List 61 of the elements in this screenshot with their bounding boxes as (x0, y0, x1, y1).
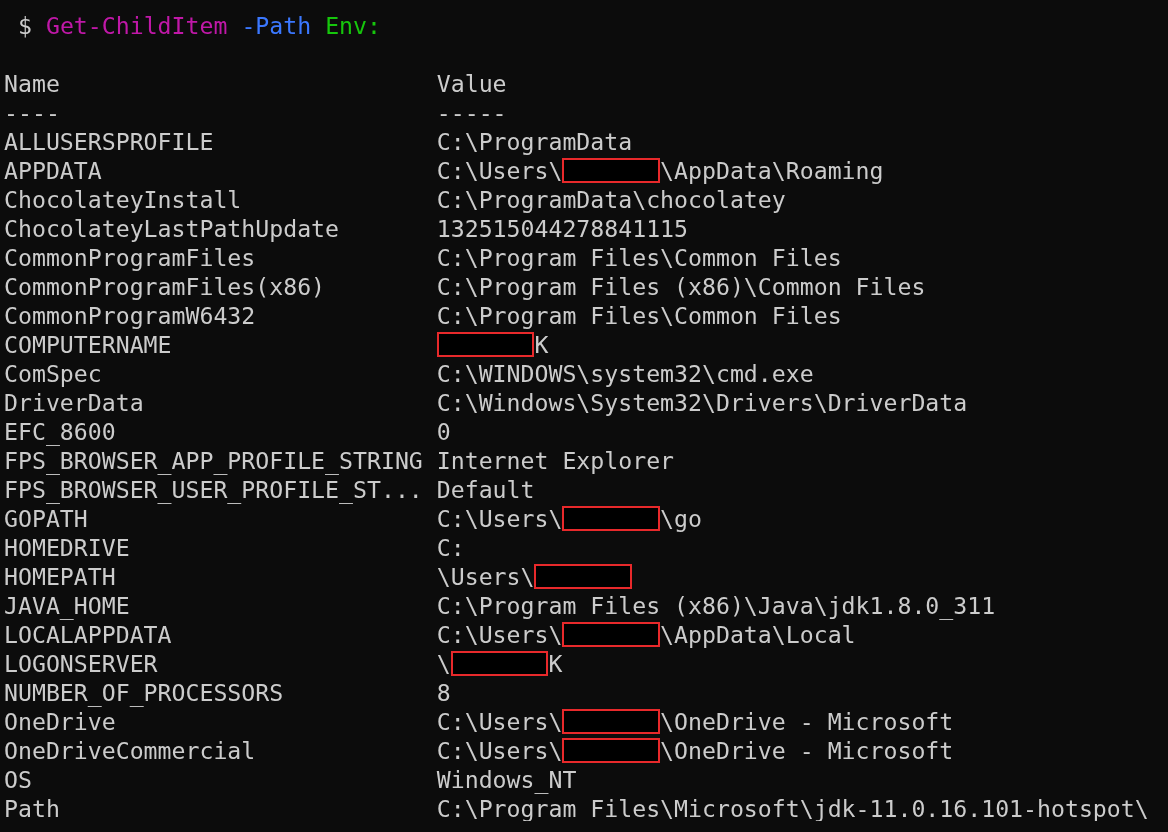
variable-name: LOGONSERVER (4, 649, 159, 678)
variable-name: OneDrive (4, 707, 117, 736)
variable-value: \OneDrive - Microsoft (660, 736, 954, 765)
variable-value: C:\Windows\System32\Drivers\DriverData (436, 388, 968, 417)
variable-value: \Users\ (436, 562, 535, 591)
variable-value: K (534, 330, 549, 359)
variable-value: C:\Users\ (436, 156, 563, 185)
variable-value: C:\Program Files\Common Files (436, 301, 842, 330)
variable-value: 0 (436, 417, 451, 446)
variable-name: HOMEPATH (4, 562, 117, 591)
variable-name: EFC_8600 (4, 417, 117, 446)
prompt-symbol: $ (18, 12, 33, 39)
variable-value: C:\Users\ (436, 620, 563, 649)
variable-name: ChocolateyInstall (4, 185, 243, 214)
variable-value: C:\WINDOWS\system32\cmd.exe (436, 359, 814, 388)
variable-name: ChocolateyLastPathUpdate (4, 214, 341, 243)
variable-name: CommonProgramW6432 (4, 301, 257, 330)
variable-value: C:\Program Files (x86)\Common Files (436, 272, 926, 301)
variable-value: C:\Program Files (x86)\Java\jdk1.8.0_311 (436, 591, 996, 620)
variable-name: FPS_BROWSER_APP_PROFILE_STRING (4, 446, 424, 475)
variable-name: GOPATH (4, 504, 89, 533)
variable-name: OS (4, 765, 33, 794)
variable-value: Internet Explorer (436, 446, 675, 475)
variable-value: C:\ProgramData (436, 127, 633, 156)
variable-name: COMPUTERNAME (4, 330, 173, 359)
column-underline: ----- (436, 98, 507, 127)
command-argument: Env: (325, 12, 381, 39)
variable-name: APPDATA (4, 156, 103, 185)
variable-value: K (548, 649, 563, 678)
variable-value: \go (660, 504, 702, 533)
variable-name: ALLUSERSPROFILE (4, 127, 215, 156)
variable-value: \AppData\Roaming (660, 156, 884, 185)
variable-value: C: (436, 533, 465, 562)
variable-name: CommonProgramFiles(x86) (4, 272, 327, 301)
variable-name: DriverData (4, 388, 145, 417)
variable-value: C:\Users\ (436, 707, 563, 736)
variable-value: Windows_NT (436, 765, 577, 794)
variable-value: C:\ProgramData\chocolatey (436, 185, 786, 214)
column-heading: Name (4, 69, 61, 98)
variable-name: ComSpec (4, 359, 103, 388)
variable-value: 132515044278841115 (436, 214, 689, 243)
variable-value: 8 (436, 678, 451, 707)
variable-value: \ (436, 649, 451, 678)
command-name: Get-ChildItem (45, 12, 228, 39)
variable-name: FPS_BROWSER_USER_PROFILE_ST... (4, 475, 424, 504)
variable-name: OneDriveCommercial (4, 736, 257, 765)
variable-value: C:\Users\ (436, 504, 563, 533)
variable-name: JAVA_HOME (4, 591, 131, 620)
command-parameter: -Path (241, 12, 312, 39)
variable-name: LOCALAPPDATA (4, 620, 173, 649)
variable-name: NUMBER_OF_PROCESSORS (4, 678, 285, 707)
variable-value: C:\Users\ (436, 736, 563, 765)
column-underline: ---- (4, 98, 61, 127)
variable-value: \AppData\Local (660, 620, 856, 649)
variable-value: Default (436, 475, 535, 504)
variable-value: \OneDrive - Microsoft (660, 707, 954, 736)
column-heading: Value (436, 69, 507, 98)
variable-value: C:\Program Files\Common Files (436, 243, 842, 272)
variable-name: Path (4, 794, 61, 821)
variable-name: HOMEDRIVE (4, 533, 131, 562)
variable-name: CommonProgramFiles (4, 243, 257, 272)
